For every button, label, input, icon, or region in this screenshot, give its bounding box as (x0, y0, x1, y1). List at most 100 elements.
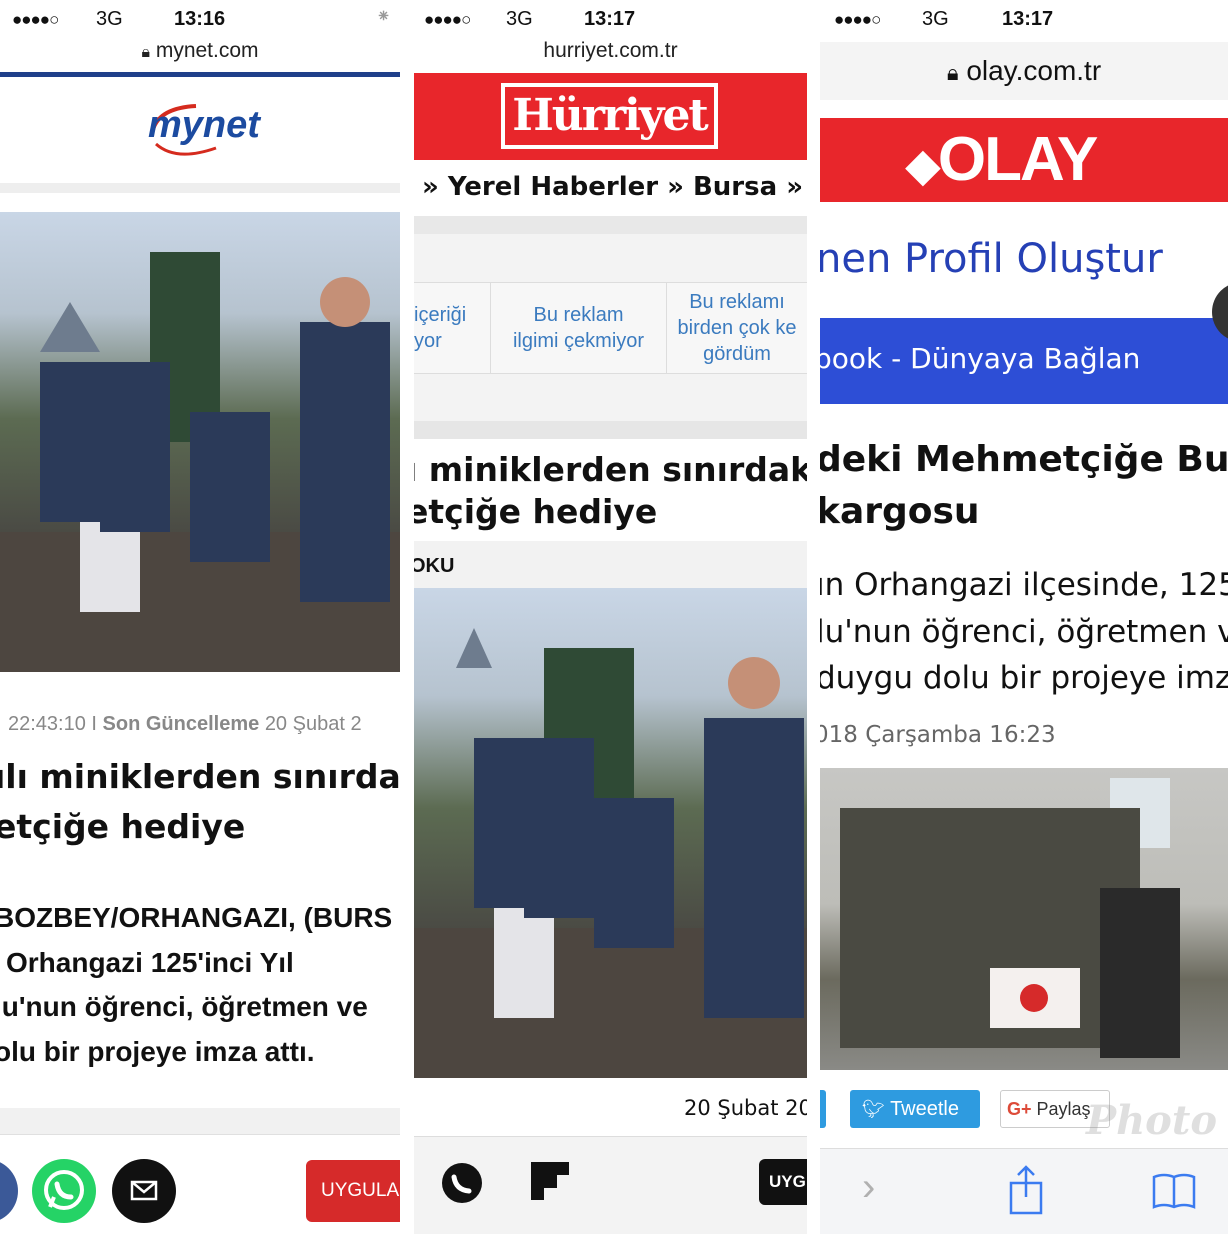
divider (0, 1108, 400, 1134)
facebook-share-button[interactable] (820, 1090, 826, 1128)
share-bar: UYGULAM (0, 1134, 400, 1234)
watermark: Photo Grid (1086, 1097, 1228, 1144)
signal-indicator: ●●●●○ (12, 10, 59, 29)
url-text: hurriyet.com.tr (543, 39, 678, 62)
mynet-logo[interactable]: mynet (146, 98, 262, 160)
app-download-button[interactable]: UYGULAM (306, 1160, 400, 1222)
update-label: Son Güncelleme (102, 713, 260, 735)
panel-gap (400, 0, 414, 1234)
whatsapp-icon[interactable] (32, 1159, 96, 1223)
divider (414, 216, 807, 234)
logo-text: OLAY (937, 125, 1099, 194)
flipboard-icon[interactable] (531, 1162, 569, 1200)
update-date: 20 Şubat 2 (264, 713, 362, 735)
photo-scene-icon (0, 252, 400, 672)
mynet-screen: ●●●●○ 3G 13:16 ⁕ 🔒︎ mynet.com mynet 22:4… (0, 0, 400, 1234)
news-photo (820, 768, 1228, 1070)
headline-line: etçiğe hediye (414, 492, 658, 531)
app-download-button[interactable]: UYG (759, 1159, 807, 1205)
clock: 13:17 (1002, 8, 1054, 30)
clock: 13:17 (584, 8, 636, 30)
site-header: Hürriyet (414, 73, 807, 160)
share-label: Paylaş (1036, 1099, 1091, 1119)
article-headline: deki Mehmetçiğe Bursa kargosu (820, 434, 1228, 538)
network-label: 3G (506, 8, 533, 30)
photo-scene-icon (840, 778, 1180, 1058)
news-photo (0, 212, 400, 672)
headline-line: deki Mehmetçiğe Bursa (820, 439, 1228, 480)
site-header: ◆OLAY (820, 118, 1228, 202)
section-bar: OKU (414, 541, 807, 588)
article-headline: ı miniklerden sınırdaki etçiğe hediye (414, 449, 807, 533)
body-line: duygu dolu bir projeye imz (820, 660, 1228, 696)
logo-text: mynet (148, 104, 260, 146)
share-icon[interactable] (1008, 1165, 1044, 1215)
photo-scene-icon (414, 628, 807, 1078)
headline-line: etçiğe hediye (0, 807, 246, 846)
headline-line: kargosu (820, 491, 980, 532)
body-line: lu'nun öğrenci, öğretmen ve (0, 991, 368, 1022)
body-line: Orhangazi 125'inci Yıl (6, 946, 294, 978)
section-label: OKU (414, 555, 455, 577)
google-plus-icon: G+ (1007, 1099, 1032, 1119)
accent-bar (0, 72, 400, 77)
olay-screen: ●●●●○ 3G 13:17 🔒︎ olay.com.tr ◆OLAY nen … (820, 0, 1228, 1234)
facebook-icon[interactable] (0, 1159, 18, 1223)
lock-icon: 🔒︎ (946, 60, 959, 85)
breadcrumb[interactable]: » Yerel Haberler » Bursa » ( (422, 172, 807, 202)
article-body: BOZBEY/ORHANGAZI, (BURS Orhangazi 125'in… (0, 896, 400, 1074)
olay-logo[interactable]: ◆OLAY (906, 122, 1099, 198)
mail-icon[interactable] (112, 1159, 176, 1223)
body-line: olu bir projeye imza attı. (0, 1035, 315, 1067)
bookmarks-icon[interactable] (1150, 1171, 1198, 1211)
body-line: BOZBEY/ORHANGAZI, (BURS (0, 902, 393, 933)
tweet-button[interactable]: 🐦︎ Tweetle (850, 1090, 980, 1128)
loading-spinner-icon: ⁕ (376, 6, 392, 26)
whatsapp-icon[interactable] (442, 1163, 482, 1203)
address-bar[interactable]: 🔒︎ olay.com.tr (820, 42, 1228, 100)
forward-chevron-icon[interactable]: › (862, 1165, 875, 1210)
lock-icon: 🔒︎ (141, 44, 150, 61)
twitter-bird-icon: 🐦︎ (862, 1099, 885, 1119)
url-text: olay.com.tr (966, 55, 1102, 86)
ad-option-content[interactable]: içeriği yor (414, 283, 491, 373)
ad-option-not-interested[interactable]: Bu reklam ilgimi çekmiyor (491, 283, 667, 373)
browser-toolbar: › (820, 1148, 1228, 1234)
hurriyet-screen: ●●●●○ 3G 13:17 hurriyet.com.tr Hürriyet … (414, 0, 807, 1234)
news-photo (414, 588, 807, 1078)
publish-time: 22:43:10 I (8, 713, 97, 735)
flipboard-glyph-icon (531, 1162, 569, 1200)
headline-line: ı miniklerden sınırdaki (414, 450, 807, 489)
whatsapp-glyph-icon (44, 1170, 84, 1210)
status-bar: ●●●●○ 3G 13:16 ⁕ (0, 0, 400, 38)
clock: 13:16 (174, 8, 226, 30)
world-map-icon: ◆ (906, 141, 940, 190)
article-body: ın Orhangazi ilçesinde, 125 lu'nun öğren… (820, 562, 1228, 702)
profile-link[interactable]: nen Profil Oluştur (820, 236, 1163, 282)
url-text: mynet.com (155, 39, 259, 62)
article-date: 20 Şubat 201 (684, 1096, 807, 1120)
panel-gap (807, 0, 820, 1234)
body-line: lu'nun öğrenci, öğretmen v (820, 613, 1228, 650)
share-bar: UYG (414, 1136, 807, 1234)
facebook-banner[interactable]: book - Dünyaya Bağlan (820, 318, 1228, 404)
hurriyet-logo[interactable]: Hürriyet (501, 83, 718, 149)
article-headline: ılı miniklerden sınırdaki etçiğe hediye (0, 752, 400, 852)
article-meta: 22:43:10 I Son Güncelleme 20 Şubat 2 (8, 713, 362, 736)
body-line: ın Orhangazi ilçesinde, 125 (820, 567, 1228, 603)
facebook-banner-text: book - Dünyaya Bağlan (820, 342, 1141, 375)
status-bar: ●●●●○ 3G 13:17 (414, 0, 807, 38)
divider (0, 183, 400, 193)
signal-indicator: ●●●●○ (834, 10, 881, 29)
network-label: 3G (96, 8, 123, 30)
logo-text: Hürriyet (505, 87, 714, 145)
network-label: 3G (922, 8, 949, 30)
signal-indicator: ●●●●○ (424, 10, 471, 29)
status-bar: ●●●●○ 3G 13:17 (820, 0, 1228, 38)
whatsapp-glyph-icon (451, 1174, 472, 1194)
address-bar[interactable]: hurriyet.com.tr (414, 39, 807, 63)
ad-option-seen-multiple[interactable]: Bu reklamı birden çok ke gördüm (667, 283, 807, 373)
envelope-glyph-icon (130, 1180, 158, 1201)
address-bar[interactable]: 🔒︎ mynet.com (0, 39, 400, 63)
tweet-label: Tweetle (890, 1098, 959, 1120)
